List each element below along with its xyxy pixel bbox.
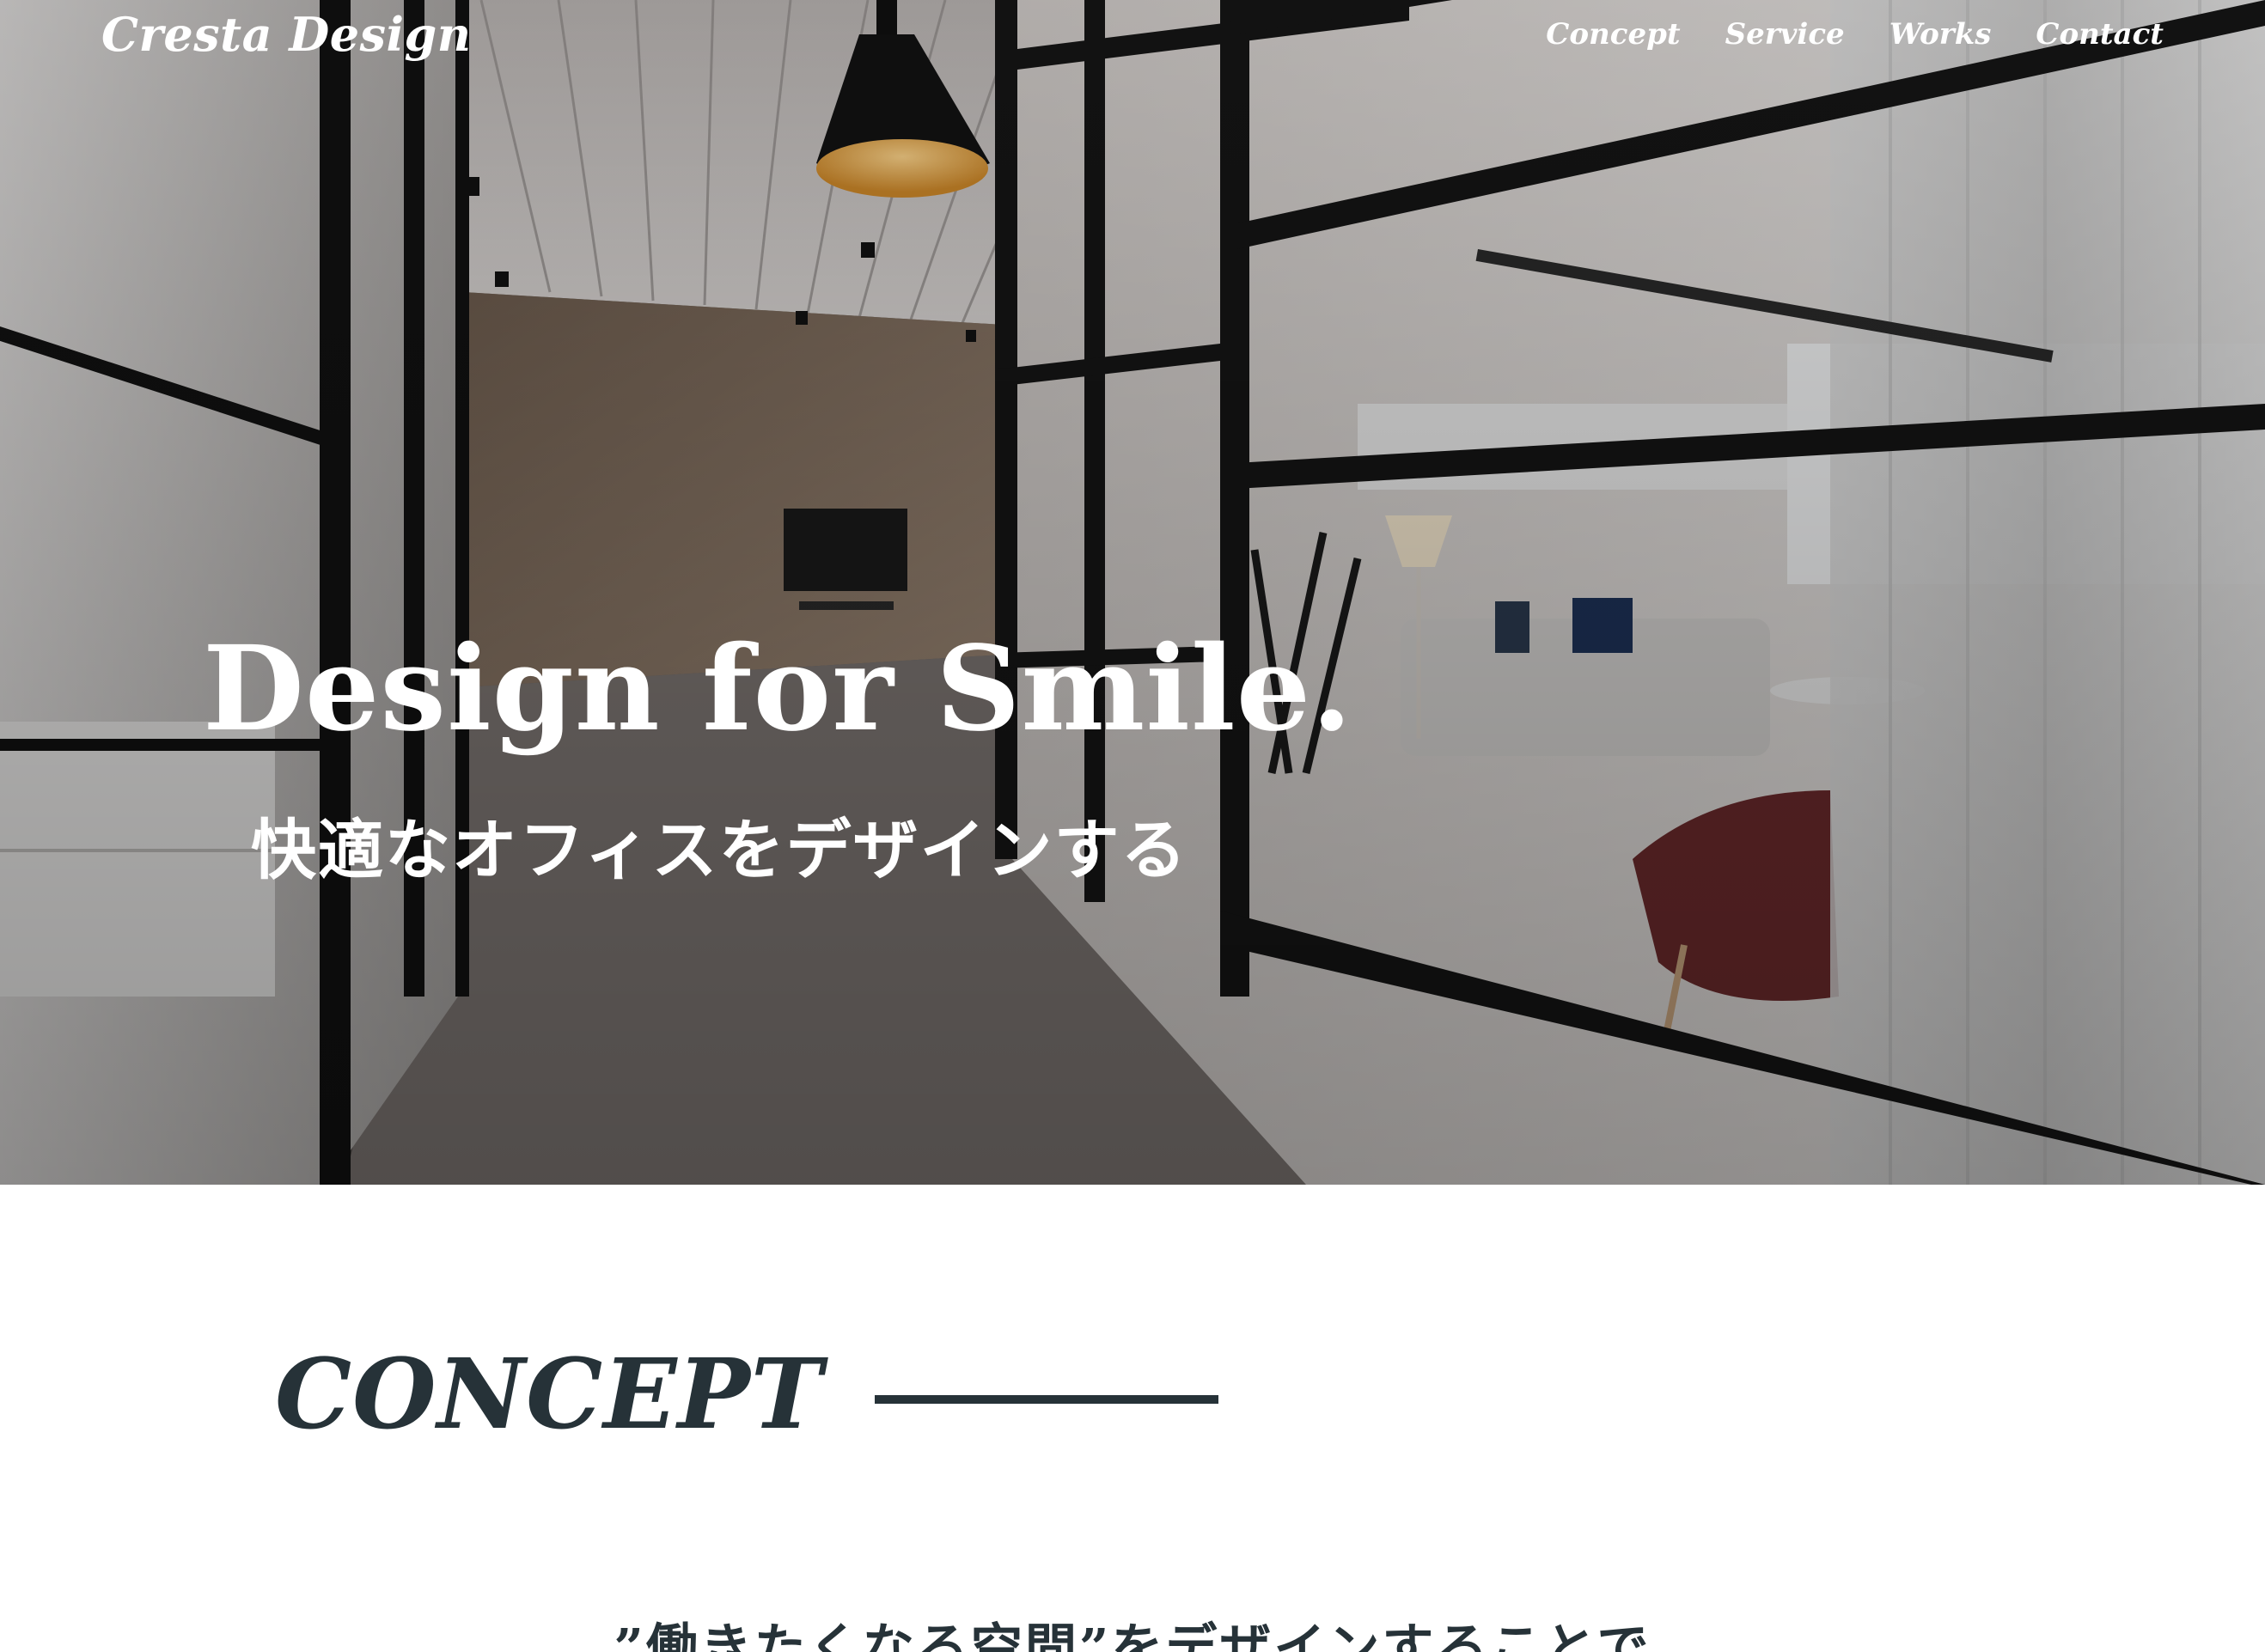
hero-office-photo [0, 0, 2265, 1185]
concept-title-rule [875, 1395, 1219, 1404]
main-nav: Concept Service Works Contact [1546, 17, 2164, 52]
nav-link-concept[interactable]: Concept [1546, 17, 1680, 52]
nav-link-works[interactable]: Works [1890, 17, 1992, 52]
site-header: Cresta Design Concept Service Works Cont… [0, 0, 2265, 77]
nav-link-service[interactable]: Service [1725, 17, 1845, 52]
concept-heading: CONCEPT [275, 1338, 1219, 1451]
site-logo[interactable]: Cresta Design [101, 7, 472, 62]
concept-title: CONCEPT [275, 1338, 824, 1451]
concept-lead-text: ”働きたくなる空間”をデザインすることで [614, 1618, 1651, 1652]
hero-title: Design for Smile. [203, 620, 1353, 758]
nav-link-contact[interactable]: Contact [2036, 17, 2164, 52]
hero: Cresta Design Concept Service Works Cont… [0, 0, 2265, 1185]
hero-subtitle: 快適なオフィスをデザインする [251, 812, 1188, 888]
